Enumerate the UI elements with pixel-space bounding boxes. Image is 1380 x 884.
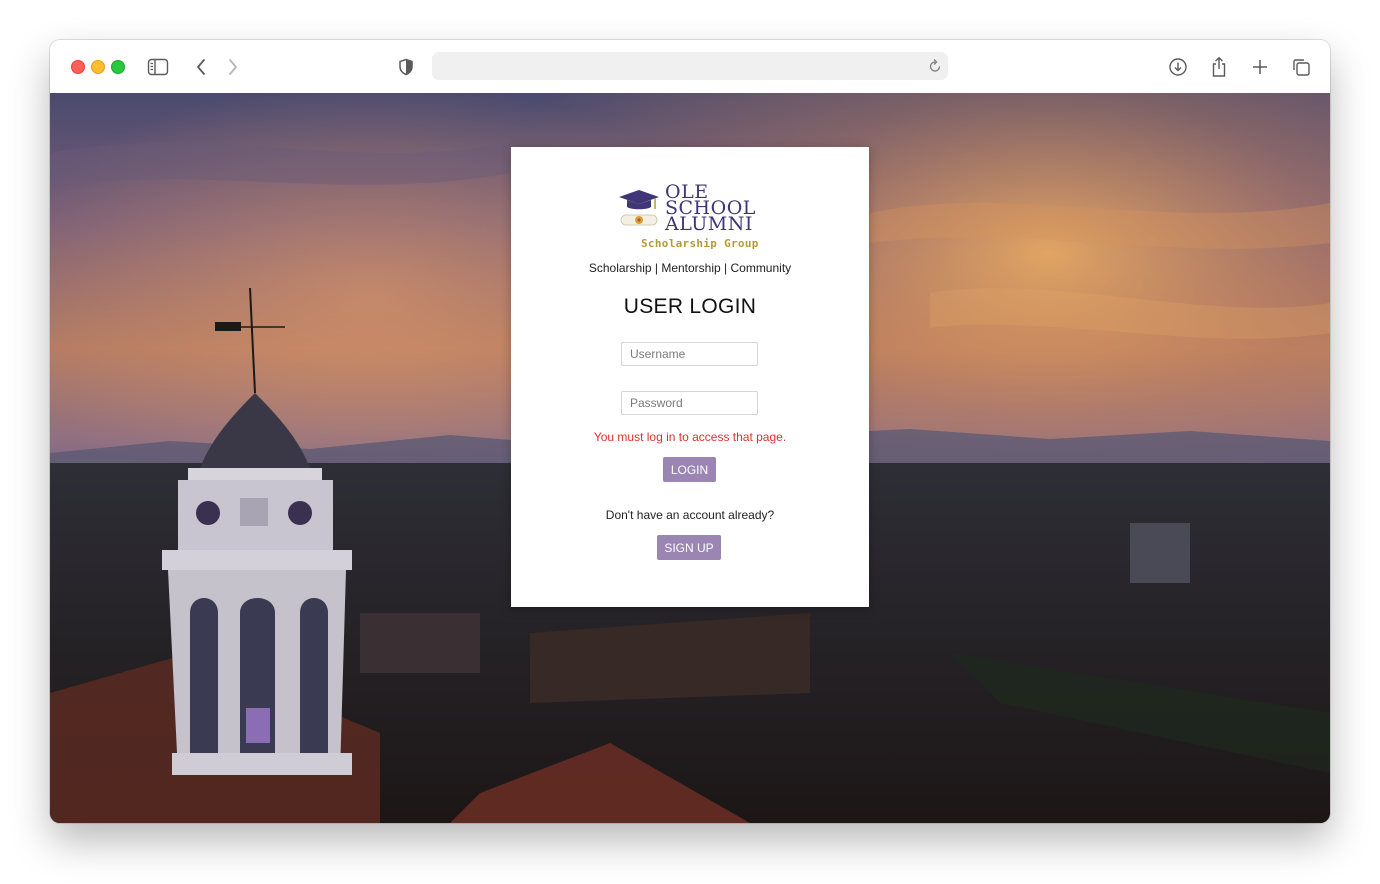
page-title: USER LOGIN xyxy=(623,295,757,318)
tagline: Scholarship | Mentorship | Community xyxy=(588,261,792,275)
page-content: OLE SCHOOL ALUMNI Scholarship Group Scho… xyxy=(50,93,1330,823)
logo-subtitle: Scholarship Group xyxy=(641,237,759,250)
tabs-overview-icon[interactable] xyxy=(1290,56,1312,78)
ole-school-alumni-logo: OLE SCHOOL ALUMNI Scholarship Group xyxy=(617,181,763,253)
back-icon[interactable] xyxy=(190,56,212,78)
browser-window: OLE SCHOOL ALUMNI Scholarship Group Scho… xyxy=(50,40,1330,823)
minimize-window-button[interactable] xyxy=(91,60,105,74)
sidebar-icon[interactable] xyxy=(147,56,169,78)
error-message: You must log in to access that page. xyxy=(593,430,787,444)
sign-up-button[interactable]: SIGN UP xyxy=(657,535,721,560)
share-icon[interactable] xyxy=(1208,56,1230,78)
username-input[interactable] xyxy=(621,342,758,366)
login-card: OLE SCHOOL ALUMNI Scholarship Group Scho… xyxy=(511,147,869,607)
new-tab-icon[interactable] xyxy=(1249,56,1271,78)
shield-icon[interactable] xyxy=(395,56,417,78)
password-input[interactable] xyxy=(621,391,758,415)
login-button[interactable]: LOGIN xyxy=(663,457,716,482)
address-bar[interactable] xyxy=(432,52,948,80)
browser-toolbar xyxy=(50,40,1330,94)
download-icon[interactable] xyxy=(1167,56,1189,78)
zoom-window-button[interactable] xyxy=(111,60,125,74)
no-account-text: Don't have an account already? xyxy=(605,508,775,522)
close-window-button[interactable] xyxy=(71,60,85,74)
graduation-cap-icon xyxy=(617,187,661,240)
reload-icon[interactable] xyxy=(928,58,942,79)
forward-icon[interactable] xyxy=(222,56,244,78)
logo-line-alumni: ALUMNI xyxy=(665,213,753,235)
